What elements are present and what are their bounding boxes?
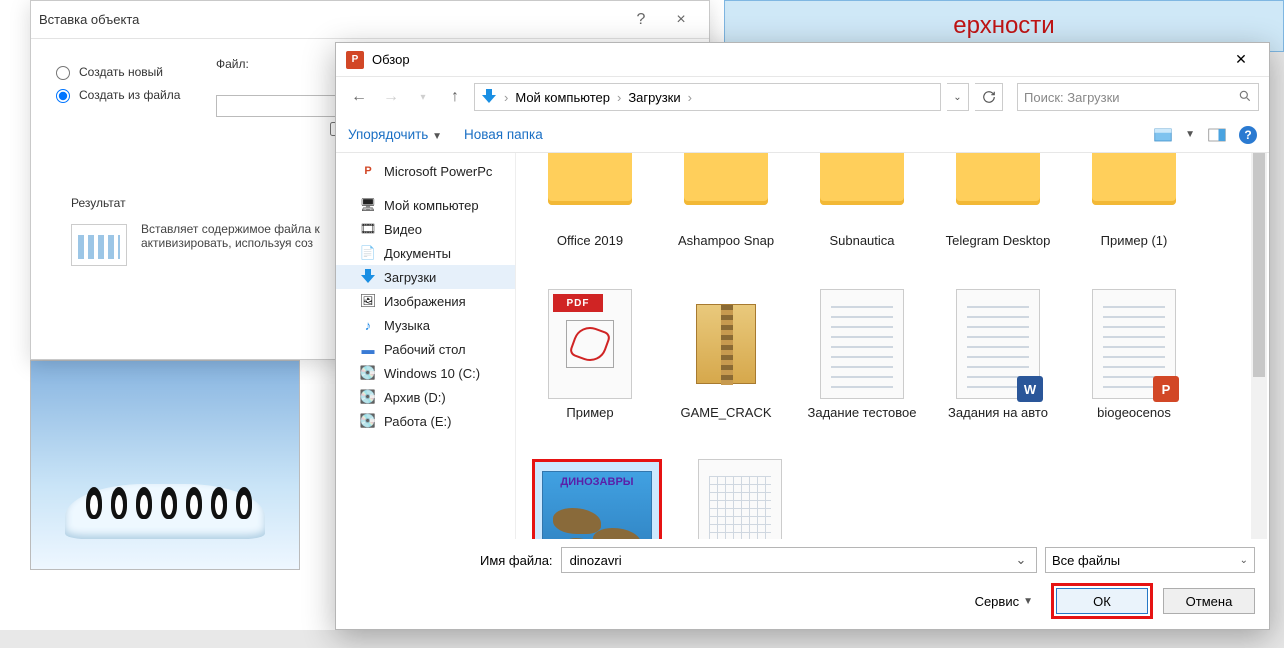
browse-dialog: P Обзор ✕ ← → ▾ ↑ › Мой компьютер › Загр… (335, 42, 1270, 630)
view-dropdown[interactable]: ▼ (1185, 129, 1195, 140)
file-type-filter[interactable]: Все файлы ⌄ (1045, 547, 1255, 573)
bg-title-text: ерхности (953, 12, 1054, 40)
tree-item-e-drive[interactable]: 💽Работа (E:) (336, 409, 515, 433)
file-pane[interactable]: Office 2019 Ashampoo Snap Subnautica Tel… (516, 153, 1269, 539)
pc-icon: 🖥 (360, 197, 376, 213)
folder-subnautica[interactable]: Subnautica (794, 153, 930, 281)
penguins-image (30, 360, 300, 570)
filename-dropdown[interactable]: ⌄ (1012, 552, 1030, 568)
video-icon: 🎞 (360, 221, 376, 237)
refresh-button[interactable] (975, 83, 1003, 111)
radio-create-new[interactable] (56, 66, 70, 80)
downloads-icon (481, 89, 497, 105)
toolbar: Упорядочить ▼ Новая папка ▼ ? (336, 117, 1269, 153)
tree-item-documents[interactable]: 📄Документы (336, 241, 515, 265)
dinozavri-thumbnail: ДИНОЗАВРЫ P (542, 471, 652, 539)
tree-item-video[interactable]: 🎞Видео (336, 217, 515, 241)
folder-tree: PMicrosoft PowerPс 🖥Мой компьютер 🎞Видео… (336, 153, 516, 539)
file-rar-gamecrack[interactable]: GAME_CRACK (658, 283, 794, 453)
documents-icon: 📄 (360, 245, 376, 261)
ppt-icon: P (1153, 376, 1179, 402)
radio-create-from-file[interactable] (56, 89, 70, 103)
tree-item-mypc[interactable]: 🖥Мой компьютер (336, 193, 515, 217)
breadcrumb-folder[interactable]: Загрузки (628, 90, 680, 105)
file-doc-zadania[interactable]: W Задания на авто (930, 283, 1066, 453)
highlight-ok: ОК (1051, 583, 1153, 619)
nav-up-button[interactable]: ↑ (442, 84, 468, 110)
downloads-tree-icon (360, 269, 376, 285)
view-button[interactable] (1151, 124, 1175, 146)
organize-button[interactable]: Упорядочить ▼ (348, 127, 442, 142)
file-pdf-primer[interactable]: PDF Пример (522, 283, 658, 453)
address-bar[interactable]: › Мой компьютер › Загрузки › (474, 83, 941, 111)
folder-telegram[interactable]: Telegram Desktop (930, 153, 1066, 281)
vertical-scrollbar[interactable] (1251, 153, 1267, 539)
filename-input[interactable] (568, 552, 1012, 569)
music-icon: ♪ (360, 317, 376, 333)
folder-primer1[interactable]: Пример (1) (1066, 153, 1202, 281)
folder-office2019[interactable]: Office 2019 (522, 153, 658, 281)
chevron-down-icon: ⌄ (1240, 555, 1248, 566)
insert-dialog-titlebar[interactable]: Вставка объекта ? × (31, 1, 709, 39)
folder-ashampoo[interactable]: Ashampoo Snap (658, 153, 794, 281)
breadcrumb-root[interactable]: Мой компьютер (515, 90, 610, 105)
filename-label: Имя файла: (480, 553, 553, 568)
tree-item-powerpoint[interactable]: PMicrosoft PowerPс (336, 159, 515, 183)
browse-close-button[interactable]: ✕ (1219, 46, 1263, 74)
file-ppt-dinozavri[interactable]: ДИНОЗАВРЫ P dinozavri (522, 453, 672, 539)
insert-dialog-title: Вставка объекта (39, 12, 139, 27)
tree-item-c-drive[interactable]: 💽Windows 10 (C:) (336, 361, 515, 385)
search-input[interactable]: Поиск: Загрузки (1017, 83, 1259, 111)
word-icon: W (1017, 376, 1043, 402)
service-dropdown[interactable]: Сервис ▼ (975, 594, 1033, 609)
powerpoint-app-icon: P (360, 163, 376, 179)
powerpoint-icon: P (346, 51, 364, 69)
new-folder-button[interactable]: Новая папка (464, 127, 543, 142)
ok-button[interactable]: ОК (1056, 588, 1148, 614)
result-description: Вставляет содержимое файла к активизиров… (141, 222, 320, 266)
filename-field[interactable]: ⌄ (561, 547, 1037, 573)
file-txt-zadanie[interactable]: Задание тестовое (794, 283, 930, 453)
label-create-new: Создать новый (79, 65, 163, 79)
file-ppt-biogeocenos[interactable]: P biogeocenos (1066, 283, 1202, 453)
file-xls-primer[interactable]: X Пример (672, 453, 808, 539)
cancel-button[interactable]: Отмена (1163, 588, 1255, 614)
result-icon (71, 224, 127, 266)
help-button[interactable]: ? (621, 5, 661, 35)
nav-row: ← → ▾ ↑ › Мой компьютер › Загрузки › ⌄ П… (336, 77, 1269, 117)
drive-icon: 💽 (360, 413, 376, 429)
drive-icon: 💽 (360, 365, 376, 381)
tree-item-music[interactable]: ♪Музыка (336, 313, 515, 337)
drive-icon: 💽 (360, 389, 376, 405)
browse-title: Обзор (372, 52, 410, 67)
help-icon[interactable]: ? (1239, 126, 1257, 144)
tree-item-downloads[interactable]: Загрузки (336, 265, 515, 289)
label-create-from-file: Создать из файла (79, 88, 180, 102)
tree-item-desktop[interactable]: ▬Рабочий стол (336, 337, 515, 361)
tree-item-pictures[interactable]: 🖼Изображения (336, 289, 515, 313)
desktop-icon: ▬ (360, 341, 376, 357)
tree-item-d-drive[interactable]: 💽Архив (D:) (336, 385, 515, 409)
nav-back-button[interactable]: ← (346, 84, 372, 110)
pictures-icon: 🖼 (360, 293, 376, 309)
search-placeholder: Поиск: Загрузки (1024, 90, 1120, 105)
close-button[interactable]: × (661, 5, 701, 35)
preview-pane-button[interactable] (1205, 124, 1229, 146)
address-dropdown[interactable]: ⌄ (947, 83, 969, 111)
search-icon (1238, 89, 1252, 106)
nav-forward-button[interactable]: → (378, 84, 404, 110)
browse-titlebar[interactable]: P Обзор ✕ (336, 43, 1269, 77)
highlight-dinozavri: ДИНОЗАВРЫ P dinozavri (532, 459, 662, 539)
nav-recent-button[interactable]: ▾ (410, 84, 436, 110)
